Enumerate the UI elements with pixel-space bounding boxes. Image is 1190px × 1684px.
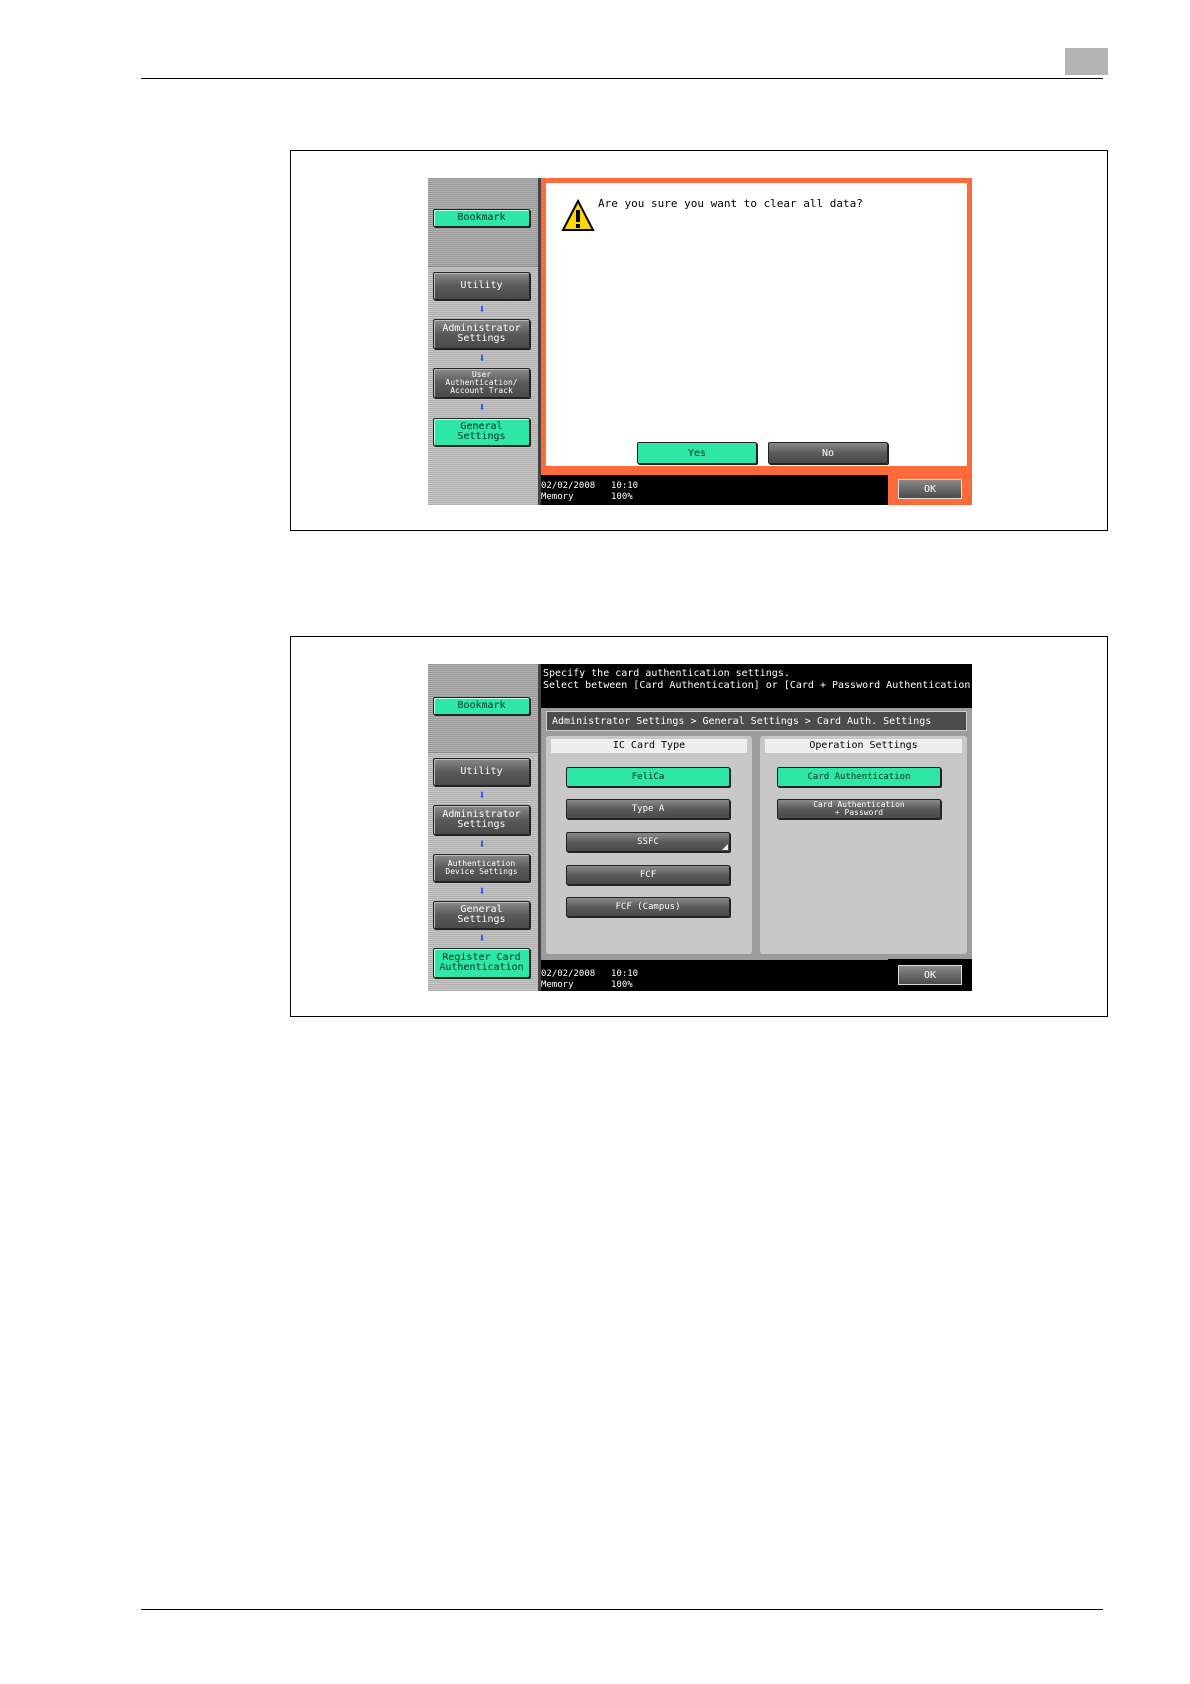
- ic-card-type-panel: IC Card Type FeliCa Type A SSFC FCF FCF …: [546, 736, 752, 954]
- option-card-authentication[interactable]: Card Authentication: [777, 767, 941, 787]
- no-button[interactable]: No: [768, 442, 888, 464]
- header-rule: [141, 78, 1103, 79]
- general-settings-button[interactable]: General Settings: [433, 901, 530, 929]
- option-felica[interactable]: FeliCa: [566, 767, 730, 787]
- option-type-a[interactable]: Type A: [566, 799, 730, 819]
- administrator-settings-button[interactable]: Administrator Settings: [433, 319, 530, 349]
- arrow-down-icon: ⬇: [478, 837, 486, 851]
- page-number-tab: [1065, 48, 1108, 75]
- ok-button[interactable]: OK: [898, 479, 962, 499]
- instruction-line-2: Select between [Card Authentication] or …: [543, 680, 972, 691]
- footer-rule: [141, 1609, 1103, 1610]
- more-corner-icon: [722, 844, 728, 850]
- control-panel-screen: Bookmark Utility ⬇ Administrator Setting…: [428, 664, 972, 991]
- ic-card-type-heading: IC Card Type: [551, 739, 747, 753]
- status-time: 10:10: [611, 969, 639, 979]
- yes-button[interactable]: Yes: [637, 442, 757, 464]
- ok-button-frame: OK: [888, 473, 972, 505]
- status-date: 02/02/2008: [541, 969, 596, 979]
- bookmark-button[interactable]: Bookmark: [433, 697, 530, 715]
- status-bar: 02/02/2008 10:10 Memory 100%: [541, 481, 638, 503]
- instruction-text: Specify the card authentication settings…: [543, 668, 972, 692]
- arrow-down-icon: ⬇: [478, 351, 486, 365]
- option-card-authentication-password[interactable]: Card Authentication + Password: [777, 799, 941, 819]
- user-authentication-button[interactable]: User Authentication/ Account Track: [433, 368, 530, 398]
- status-bar: 02/02/2008 10:10 Memory 100%: [541, 969, 638, 991]
- ok-button[interactable]: OK: [898, 965, 962, 985]
- dialog-message: Are you sure you want to clear all data?: [598, 197, 863, 210]
- arrow-down-icon: ⬇: [478, 400, 486, 414]
- warning-icon: [561, 199, 595, 231]
- screenshot-frame-card-auth-settings: Bookmark Utility ⬇ Administrator Setting…: [290, 636, 1108, 1017]
- operation-settings-panel: Operation Settings Card Authentication C…: [760, 736, 967, 954]
- ok-button-frame: OK: [888, 959, 972, 991]
- bookmark-button[interactable]: Bookmark: [433, 209, 530, 227]
- memory-value: 100%: [611, 980, 633, 990]
- administrator-settings-button[interactable]: Administrator Settings: [433, 805, 530, 835]
- screenshot-frame-clear-data: Bookmark Utility ⬇ Administrator Setting…: [290, 150, 1108, 531]
- breadcrumb: Administrator Settings > General Setting…: [546, 711, 967, 731]
- operation-settings-heading: Operation Settings: [765, 739, 962, 753]
- memory-label: Memory: [541, 980, 574, 990]
- authentication-device-settings-button[interactable]: Authentication Device Settings: [433, 854, 530, 882]
- utility-button[interactable]: Utility: [433, 758, 530, 786]
- instruction-line-1: Specify the card authentication settings…: [543, 668, 790, 679]
- option-ssfc[interactable]: SSFC: [566, 832, 730, 852]
- status-date: 02/02/2008: [541, 481, 596, 491]
- status-time: 10:10: [611, 481, 639, 491]
- memory-label: Memory: [541, 492, 574, 502]
- arrow-down-icon: ⬇: [478, 788, 486, 802]
- option-ssfc-label: SSFC: [637, 837, 659, 847]
- confirm-dialog: Are you sure you want to clear all data?…: [546, 183, 967, 466]
- arrow-down-icon: ⬇: [478, 931, 486, 945]
- option-fcf[interactable]: FCF: [566, 865, 730, 885]
- register-card-authentication-button[interactable]: Register Card Authentication: [433, 948, 530, 978]
- arrow-down-icon: ⬇: [478, 884, 486, 898]
- settings-area: Administrator Settings > General Setting…: [541, 708, 972, 960]
- memory-value: 100%: [611, 492, 633, 502]
- control-panel-screen: Bookmark Utility ⬇ Administrator Setting…: [428, 178, 972, 505]
- option-fcf-campus[interactable]: FCF (Campus): [566, 897, 730, 917]
- arrow-down-icon: ⬇: [478, 302, 486, 316]
- utility-button[interactable]: Utility: [433, 272, 530, 300]
- general-settings-button[interactable]: General Settings: [433, 418, 530, 446]
